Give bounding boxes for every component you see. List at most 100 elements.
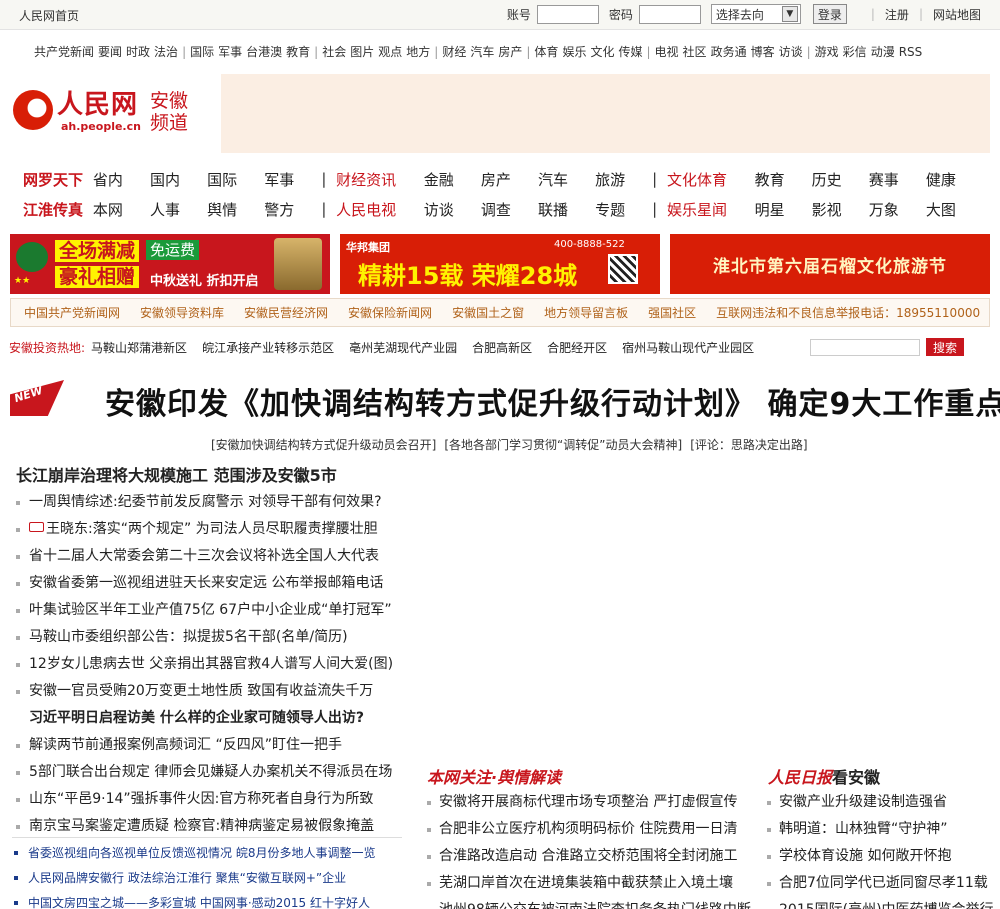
channel-link[interactable]: 国际: [190, 45, 214, 59]
main-nav-item[interactable]: 大图: [926, 199, 983, 220]
ad-banner-mall[interactable]: ★★ 全场满减 豪礼相赠 免运费 中秋送礼 折扣开启: [10, 234, 330, 294]
headline-sub-link[interactable]: [安徽加快调结构转方式促升级动员会召开]: [211, 438, 436, 452]
channel-link[interactable]: 博客: [751, 45, 775, 59]
focus-news-item[interactable]: 合肥非公立医疗机构须明码标价 住院费用一日清: [424, 816, 754, 843]
channel-link[interactable]: 传媒: [618, 45, 642, 59]
news-item[interactable]: 叶集试验区半年工业产值75亿 67户中小企业成“单打冠军”: [16, 597, 406, 624]
main-nav-item[interactable]: 江淮传真: [23, 199, 93, 220]
partner-link[interactable]: 安徽保险新闻网: [348, 304, 432, 321]
channel-link[interactable]: 教育: [286, 45, 310, 59]
partner-link[interactable]: 安徽国土之窗: [452, 304, 524, 321]
headline-sub-link[interactable]: [各地各部门学习贯彻“调转促”动员大会精神]: [444, 438, 682, 452]
investment-link[interactable]: 亳州芜湖现代产业园: [349, 339, 457, 356]
news-header[interactable]: 长江崩岸治理将大规模施工 范围涉及安徽5市: [16, 462, 406, 489]
news-item[interactable]: 5部门联合出台规定 律师会见嫌疑人办案机关不得派员在场: [16, 759, 406, 786]
focus-news-item[interactable]: 池州98辆公交车被河南法院查扣务条热门线路中断: [424, 897, 754, 909]
news-item-bold[interactable]: 习近平明日启程访美 什么样的企业家可随领导人出访?: [16, 705, 406, 732]
featured-link[interactable]: 中国文房四宝之城——多彩宣城 中国网事·感动2015 红十字好人: [12, 892, 412, 909]
main-nav-item[interactable]: 警方: [264, 199, 321, 220]
main-nav-item[interactable]: 国内: [150, 169, 207, 190]
main-nav-item[interactable]: 赛事: [869, 169, 926, 190]
main-nav-item[interactable]: 访谈: [424, 199, 481, 220]
channel-link[interactable]: 汽车: [470, 45, 494, 59]
headline-sub-link[interactable]: [评论：思路决定出路]: [690, 438, 807, 452]
investment-link[interactable]: 马鞍山郑蒲港新区: [91, 339, 187, 356]
focus-news-item[interactable]: 合淮路改造启动 合淮路立交桥范围将全封闭施工: [424, 843, 754, 870]
peoples-daily-news-item[interactable]: 韩明道：山林独臂“守护神”: [764, 816, 1000, 843]
main-nav-item[interactable]: 人事: [150, 199, 207, 220]
main-nav-item[interactable]: 国际: [207, 169, 264, 190]
channel-link[interactable]: 要闻: [98, 45, 122, 59]
main-nav-item[interactable]: 专题: [595, 199, 652, 220]
main-nav-item[interactable]: 汽车: [538, 169, 595, 190]
home-link[interactable]: 人民网首页: [19, 7, 79, 24]
channel-link[interactable]: 体育: [534, 45, 558, 59]
main-nav-item[interactable]: 舆情: [207, 199, 264, 220]
focus-news-item[interactable]: 安徽将开展商标代理市场专项整治 严打虚假宣传: [424, 789, 754, 816]
search-button[interactable]: 搜索: [926, 338, 964, 356]
news-item[interactable]: 12岁女儿患病去世 父亲捐出其器官救4人谱写人间大爱(图): [16, 651, 406, 678]
channel-link[interactable]: 动漫: [871, 45, 895, 59]
section-title-focus[interactable]: 本网关注·舆情解读: [427, 764, 561, 788]
channel-link[interactable]: RSS: [899, 45, 923, 59]
main-nav-item[interactable]: 房产: [481, 169, 538, 190]
main-nav-item[interactable]: 金融: [424, 169, 481, 190]
main-nav-item[interactable]: 旅游: [595, 169, 652, 190]
main-nav-item[interactable]: 影视: [812, 199, 869, 220]
search-input[interactable]: [810, 339, 920, 356]
channel-link[interactable]: 访谈: [779, 45, 803, 59]
channel-link[interactable]: 社区: [683, 45, 707, 59]
site-logo[interactable]: 人民网 ah.people.cn 安徽频道: [11, 84, 196, 136]
featured-link[interactable]: 省委巡视组向各巡视单位反馈巡视情况 皖8月份多地人事调整一览: [12, 842, 412, 867]
main-nav-item[interactable]: 娱乐星闻: [667, 199, 755, 220]
news-item[interactable]: 一周舆情综述:纪委节前发反腐警示 对领导干部有何效果?: [16, 489, 406, 516]
destination-select[interactable]: 选择去向 ▼: [710, 4, 801, 24]
partner-link[interactable]: 安徽领导资料库: [140, 304, 224, 321]
main-nav-item[interactable]: 本网: [93, 199, 150, 220]
peoples-daily-news-item[interactable]: 学校体育设施 如何敞开怀抱: [764, 843, 1000, 870]
main-nav-item[interactable]: 联播: [538, 199, 595, 220]
login-button[interactable]: 登录: [812, 4, 847, 24]
channel-link[interactable]: 共产党新闻: [34, 45, 94, 59]
password-input[interactable]: [638, 4, 701, 24]
top-banner-ad[interactable]: [221, 74, 990, 153]
main-nav-item[interactable]: 调查: [481, 199, 538, 220]
news-item[interactable]: 王晓东:落实“两个规定” 为司法人员尽职履责撑腰壮胆: [16, 516, 406, 543]
account-input[interactable]: [536, 4, 599, 24]
channel-link[interactable]: 政务通: [711, 45, 747, 59]
channel-link[interactable]: 电视: [655, 45, 679, 59]
featured-link[interactable]: 人民网品牌安徽行 政法综治江淮行 聚焦“安徽互联网+”企业: [12, 867, 412, 892]
investment-link[interactable]: 宿州马鞍山现代产业园区: [622, 339, 754, 356]
register-link[interactable]: 注册: [885, 6, 909, 23]
headline-title[interactable]: 安徽印发《加快调结构转方式促升级行动计划》 确定9大工作重点: [105, 379, 1000, 423]
section-title-peoples-daily[interactable]: 人民日报看安徽: [768, 764, 880, 788]
channel-link[interactable]: 观点: [378, 45, 402, 59]
news-item[interactable]: 马鞍山市委组织部公告：拟提拔5名干部(名单/简历): [16, 624, 406, 651]
ad-banner-huabang[interactable]: 华邦集团 400-8888-522 精耕15载 荣耀28城: [340, 234, 660, 294]
partner-link[interactable]: 互联网违法和不良信息举报电话：18955110000: [716, 304, 980, 321]
main-nav-item[interactable]: 省内: [93, 169, 150, 190]
news-item[interactable]: 安徽省委第一巡视组进驻天长来安定远 公布举报邮箱电话: [16, 570, 406, 597]
channel-link[interactable]: 游戏: [815, 45, 839, 59]
channel-link[interactable]: 台港澳: [246, 45, 282, 59]
investment-link[interactable]: 合肥经开区: [547, 339, 607, 356]
partner-link[interactable]: 地方领导留言板: [544, 304, 628, 321]
peoples-daily-news-item[interactable]: 安徽产业升级建设制造强省: [764, 789, 1000, 816]
news-item[interactable]: 解读两节前通报案例高频词汇 “反四风”盯住一把手: [16, 732, 406, 759]
main-nav-item[interactable]: 教育: [755, 169, 812, 190]
channel-link[interactable]: 法治: [154, 45, 178, 59]
partner-link[interactable]: 安徽民营经济网: [244, 304, 328, 321]
peoples-daily-news-item[interactable]: 2015国际(亳州)中医药博览会举行: [764, 897, 1000, 909]
main-nav-item[interactable]: 财经资讯: [336, 169, 424, 190]
news-item[interactable]: 山东“平邑9·14”强拆事件火因:官方称死者自身行为所致: [16, 786, 406, 813]
main-nav-item[interactable]: 军事: [264, 169, 321, 190]
main-nav-item[interactable]: 万象: [869, 199, 926, 220]
sitemap-link[interactable]: 网站地图: [933, 6, 981, 23]
main-nav-item[interactable]: 人民电视: [336, 199, 424, 220]
channel-link[interactable]: 图片: [350, 45, 374, 59]
channel-link[interactable]: 地方: [406, 45, 430, 59]
partner-link[interactable]: 中国共产党新闻网: [24, 304, 120, 321]
peoples-daily-news-item[interactable]: 合肥7位同学代已逝同窗尽孝11载: [764, 870, 1000, 897]
channel-link[interactable]: 财经: [442, 45, 466, 59]
channel-link[interactable]: 房产: [498, 45, 522, 59]
